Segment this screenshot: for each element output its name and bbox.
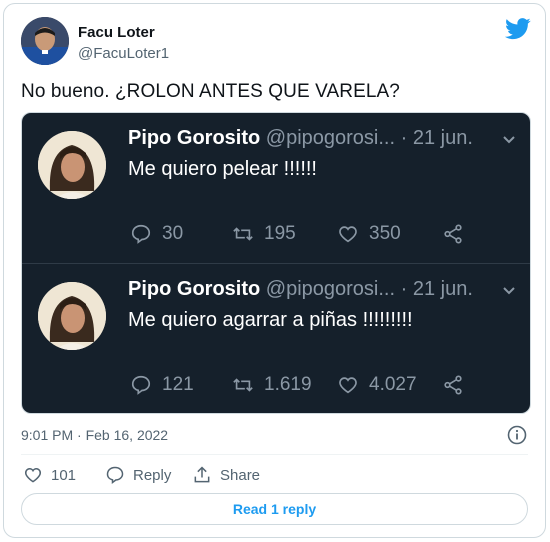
retweet-icon xyxy=(233,227,253,241)
like-count: 4.027 xyxy=(369,374,417,395)
read-replies-button[interactable]: Read 1 reply xyxy=(21,493,528,525)
share-icon xyxy=(444,224,462,244)
inner-action-bar: 121 1.619 4.027 xyxy=(128,374,488,398)
inner-retweet-stat: 195 xyxy=(232,223,296,245)
inner-share xyxy=(442,374,464,396)
author-avatar[interactable] xyxy=(21,17,69,65)
inner-like-stat: 4.027 xyxy=(337,374,417,396)
inner-reply-stat: 30 xyxy=(130,223,183,245)
like-count: 101 xyxy=(51,466,77,484)
inner-author-handle: @pipogorosi... xyxy=(265,127,396,149)
share-upload-icon xyxy=(194,466,210,483)
info-icon[interactable] xyxy=(507,425,527,445)
divider xyxy=(21,454,528,455)
share-button[interactable]: Share xyxy=(192,465,260,485)
reply-icon xyxy=(131,224,151,244)
inner-share xyxy=(442,223,464,245)
inner-tweet-header: Pipo Gorosito @pipogorosi... · 21 jun. xyxy=(128,278,473,301)
inner-avatar xyxy=(38,131,106,199)
twitter-bird-icon[interactable] xyxy=(505,18,531,40)
author-name[interactable]: Facu Loter xyxy=(78,24,155,41)
reply-count: 121 xyxy=(162,374,194,395)
reply-label: Reply xyxy=(133,466,172,484)
tweet-text: No bueno. ¿ROLON ANTES QUE VARELA? xyxy=(21,81,400,102)
author-handle[interactable]: @FacuLoter1 xyxy=(78,45,169,62)
inner-tweet-text: Me quiero agarrar a piñas !!!!!!!!! xyxy=(128,309,413,331)
share-icon xyxy=(444,375,462,395)
tweet-timestamp[interactable]: 9:01 PM · Feb 16, 2022 xyxy=(21,427,168,443)
reply-count: 30 xyxy=(162,223,184,244)
inner-author-handle: @pipogorosi... xyxy=(265,278,396,300)
reply-icon xyxy=(106,466,124,484)
reply-icon xyxy=(131,375,151,395)
inner-tweet-header: Pipo Gorosito @pipogorosi... · 21 jun. xyxy=(128,127,473,150)
inner-date: · 21 jun. xyxy=(395,278,473,300)
quoted-screenshot[interactable]: Pipo Gorosito @pipogorosi... · 21 jun. M… xyxy=(21,112,531,414)
reply-button[interactable]: Reply xyxy=(105,465,171,485)
retweet-count: 195 xyxy=(264,223,296,244)
tweet-card: Facu Loter @FacuLoter1 No bueno. ¿ROLON … xyxy=(3,3,546,538)
action-bar: 101 Reply Share xyxy=(21,465,421,487)
inner-tweet: Pipo Gorosito @pipogorosi... · 21 jun. M… xyxy=(22,113,530,263)
share-label: Share xyxy=(220,466,261,484)
inner-reply-stat: 121 xyxy=(130,374,194,396)
inner-tweet: Pipo Gorosito @pipogorosi... · 21 jun. M… xyxy=(22,264,530,413)
inner-author-name: Pipo Gorosito xyxy=(128,127,261,149)
inner-avatar xyxy=(38,282,106,350)
inner-tweet-text: Me quiero pelear !!!!!! xyxy=(128,158,317,180)
inner-like-stat: 350 xyxy=(337,223,401,245)
chevron-down-icon xyxy=(503,136,515,144)
retweet-count: 1.619 xyxy=(264,374,312,395)
inner-action-bar: 30 195 350 xyxy=(128,223,488,247)
heart-icon xyxy=(24,467,42,483)
inner-author-name: Pipo Gorosito xyxy=(128,278,261,300)
chevron-down-icon xyxy=(503,287,515,295)
heart-icon xyxy=(339,226,357,243)
heart-icon xyxy=(339,377,357,394)
like-button[interactable]: 101 xyxy=(23,465,76,485)
inner-date: · 21 jun. xyxy=(395,127,473,149)
like-count: 350 xyxy=(369,223,401,244)
retweet-icon xyxy=(233,378,253,392)
inner-retweet-stat: 1.619 xyxy=(232,374,312,396)
